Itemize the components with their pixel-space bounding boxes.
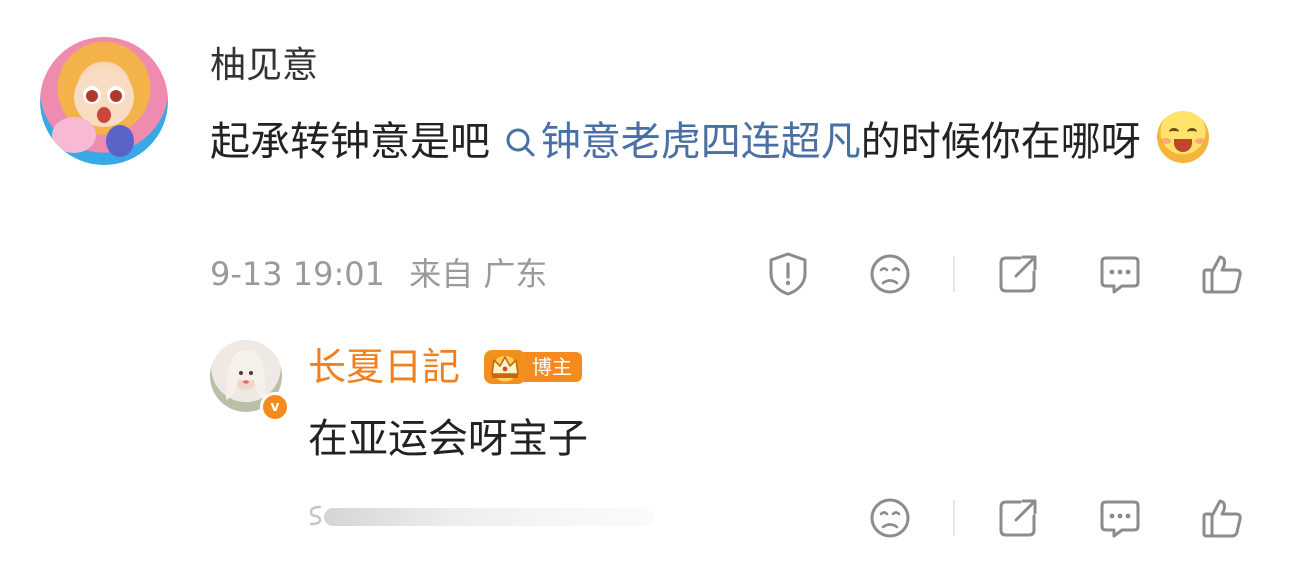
reply-reply-icon[interactable]: [1096, 494, 1144, 542]
blurred-meta: [324, 508, 654, 526]
topic-link[interactable]: 钟意老虎四连超凡: [503, 119, 861, 165]
avatar[interactable]: [40, 37, 168, 165]
like-icon[interactable]: [1198, 250, 1246, 298]
reply-meta-obscured: [308, 498, 654, 534]
action-divider: [953, 256, 955, 292]
comment-timestamp: 9-13 19:01: [210, 255, 386, 293]
obscured-meta-icon: [308, 502, 322, 528]
reply-action-divider: [953, 500, 955, 536]
happy-blush-emoji: [1157, 111, 1210, 163]
reply-share-icon[interactable]: [994, 494, 1042, 542]
share-icon[interactable]: [994, 250, 1042, 298]
reply-like-icon[interactable]: [1198, 494, 1246, 542]
topic-label: 钟意老虎四连超凡: [540, 119, 861, 165]
comment-location: 来自 广东: [409, 255, 548, 293]
dislike-icon[interactable]: [866, 250, 914, 298]
comment-text-before: 起承转钟意是吧: [210, 119, 490, 165]
comment-thread: 柚见意 起承转钟意是吧 钟意老虎四连超凡的时候你在哪呀 9-13 19:01 来…: [0, 0, 1290, 566]
comment-username[interactable]: 柚见意: [210, 44, 318, 88]
blogger-badge: 博主: [484, 350, 582, 384]
avatar-illustration: [52, 67, 134, 157]
crown-icon: [484, 350, 526, 384]
reply-text: 在亚运会呀宝子: [308, 416, 588, 462]
comment-text: 起承转钟意是吧 钟意老虎四连超凡的时候你在哪呀: [210, 108, 1250, 176]
comment-text-after: 的时候你在哪呀: [860, 119, 1141, 165]
report-icon[interactable]: [764, 250, 812, 298]
comment-meta: 9-13 19:01 来自 广东: [210, 252, 561, 296]
reply-username[interactable]: 长夏日記: [308, 344, 460, 390]
search-icon: [506, 128, 535, 157]
blogger-badge-label: 博主: [522, 352, 582, 382]
verified-badge: v: [260, 392, 290, 422]
reply-dislike-icon[interactable]: [866, 494, 914, 542]
reply-icon[interactable]: [1096, 250, 1144, 298]
